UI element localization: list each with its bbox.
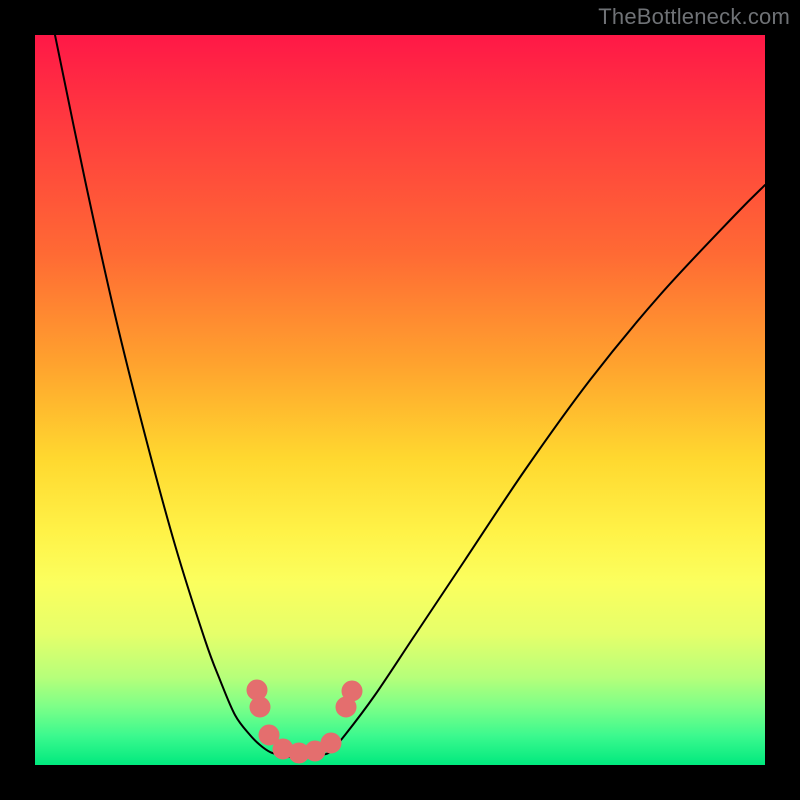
trough-marker — [321, 733, 341, 753]
trough-marker — [342, 681, 362, 701]
watermark-text: TheBottleneck.com — [598, 4, 790, 30]
chart-svg — [35, 35, 765, 765]
bottleneck-curve — [55, 35, 765, 758]
trough-markers — [247, 680, 362, 763]
trough-marker — [250, 697, 270, 717]
plot-area — [35, 35, 765, 765]
chart-frame: TheBottleneck.com — [0, 0, 800, 800]
